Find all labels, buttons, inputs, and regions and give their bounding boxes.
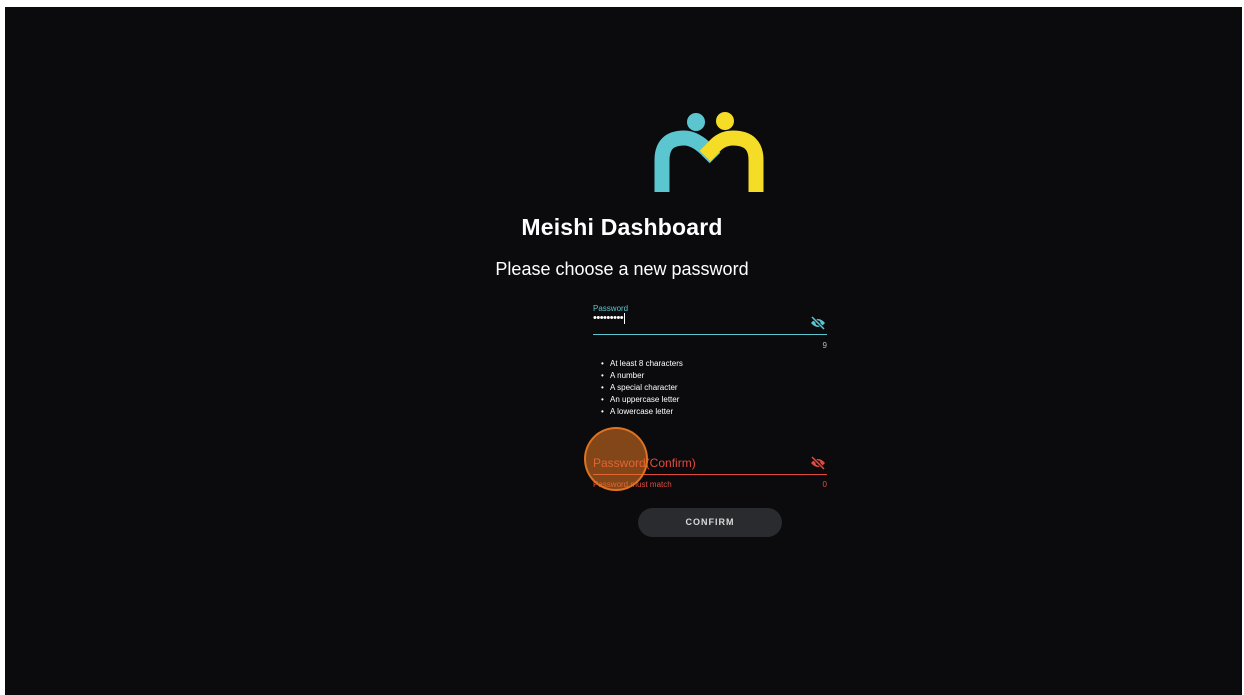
confirm-button[interactable]: CONFIRM xyxy=(638,508,782,537)
password-char-counter: 9 xyxy=(822,341,827,350)
password-field[interactable]: Password ••••••••• 9 xyxy=(593,304,827,352)
text-caret xyxy=(624,312,626,324)
password-value: ••••••••• xyxy=(593,312,624,324)
page-subtitle: Please choose a new password xyxy=(495,259,749,279)
requirement-item: At least 8 characters xyxy=(601,358,683,370)
password-requirements: At least 8 characters A number A special… xyxy=(601,358,683,418)
meishi-logo-icon xyxy=(654,112,764,192)
touch-indicator xyxy=(584,427,648,491)
requirement-item: A special character xyxy=(601,382,683,394)
confirm-password-char-counter: 0 xyxy=(822,480,827,489)
eye-off-icon[interactable] xyxy=(810,316,826,330)
password-input[interactable]: ••••••••• xyxy=(593,312,626,324)
requirement-item: An uppercase letter xyxy=(601,394,683,406)
password-underline xyxy=(593,334,827,335)
eye-off-icon[interactable] xyxy=(810,456,826,470)
requirement-item: A number xyxy=(601,370,683,382)
requirement-item: A lowercase letter xyxy=(601,406,683,418)
app-title: Meishi Dashboard xyxy=(521,214,723,240)
